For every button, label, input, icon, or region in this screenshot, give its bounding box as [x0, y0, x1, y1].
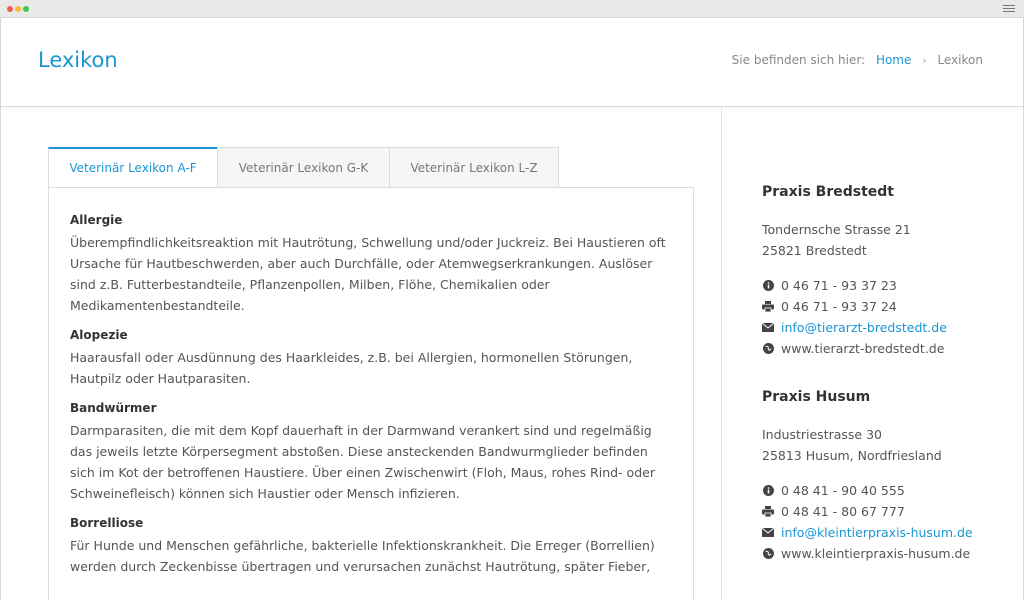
sidebar: Praxis Bredstedt Tondernsche Strasse 21 … [762, 182, 1002, 592]
info-icon [762, 280, 774, 292]
practice-name: Praxis Bredstedt [762, 184, 894, 200]
envelope-icon [762, 322, 774, 334]
practice-bredstedt: Praxis Bredstedt Tondernsche Strasse 21 … [762, 182, 1002, 359]
info-icon [762, 485, 774, 497]
list-item: Allergie Überempfindlichkeitsreaktion mi… [70, 212, 675, 316]
breadcrumb-current: Lexikon [937, 53, 983, 67]
entry-definition: Für Hunde und Menschen gefährliche, bakt… [70, 538, 655, 574]
breadcrumb-separator: › [922, 54, 927, 67]
menu-icon[interactable] [1003, 5, 1015, 14]
entry-term: Bandwürmer [70, 401, 157, 415]
fax-row: 0 46 71 - 93 37 24 [762, 296, 1002, 317]
lexikon-entries: Allergie Überempfindlichkeitsreaktion mi… [70, 212, 675, 588]
entry-term: Allergie [70, 213, 123, 227]
fax-row: 0 48 41 - 80 67 777 [762, 501, 1002, 522]
practice-husum: Praxis Husum Industriestrasse 30 25813 H… [762, 387, 1002, 564]
email-link[interactable]: info@kleintierpraxis-husum.de [781, 522, 973, 543]
minimize-window-icon[interactable] [15, 6, 21, 12]
printer-icon [762, 301, 774, 313]
globe-icon [762, 548, 774, 560]
browser-chrome [0, 0, 1024, 18]
tab-lexikon-g-k[interactable]: Veterinär Lexikon G-K [217, 147, 390, 188]
close-window-icon[interactable] [7, 6, 13, 12]
website-url: www.kleintierpraxis-husum.de [781, 546, 971, 561]
phone-number: 0 46 71 - 93 37 23 [781, 278, 897, 293]
envelope-icon [762, 527, 774, 539]
page-header: Lexikon Sie befinden sich hier: Home › L… [1, 18, 1023, 107]
entry-definition: Darmparasiten, die mit dem Kopf dauerhaf… [70, 423, 655, 501]
sidebar-divider [721, 107, 722, 600]
globe-icon [762, 343, 774, 355]
address-city: 25813 Husum, Nordfriesland [762, 448, 942, 463]
printer-icon [762, 506, 774, 518]
web-row: www.kleintierpraxis-husum.de [762, 543, 1002, 564]
page-title: Lexikon [38, 48, 118, 72]
website-url: www.tierarzt-bredstedt.de [781, 341, 945, 356]
email-row: info@tierarzt-bredstedt.de [762, 317, 1002, 338]
entry-term: Borrelliose [70, 516, 144, 530]
maximize-window-icon[interactable] [23, 6, 29, 12]
practice-address: Industriestrasse 30 25813 Husum, Nordfri… [762, 424, 1002, 466]
fax-number: 0 48 41 - 80 67 777 [781, 504, 905, 519]
list-item: Bandwürmer Darmparasiten, die mit dem Ko… [70, 400, 675, 504]
tab-panel: Allergie Überempfindlichkeitsreaktion mi… [48, 187, 694, 600]
breadcrumb-home-link[interactable]: Home [876, 53, 911, 67]
tab-lexikon-a-f[interactable]: Veterinär Lexikon A-F [48, 147, 218, 189]
email-link[interactable]: info@tierarzt-bredstedt.de [781, 317, 947, 338]
breadcrumb-prefix: Sie befinden sich hier: [731, 53, 866, 67]
practice-address: Tondernsche Strasse 21 25821 Bredstedt [762, 219, 1002, 261]
email-row: info@kleintierpraxis-husum.de [762, 522, 1002, 543]
list-item: Borrelliose Für Hunde und Menschen gefäh… [70, 515, 675, 577]
breadcrumb: Sie befinden sich hier: Home › Lexikon [732, 53, 983, 67]
phone-row: 0 48 41 - 90 40 555 [762, 480, 1002, 501]
list-item: Alopezie Haarausfall oder Ausdünnung des… [70, 327, 675, 389]
phone-row: 0 46 71 - 93 37 23 [762, 275, 1002, 296]
entry-term: Alopezie [70, 328, 128, 342]
web-row: www.tierarzt-bredstedt.de [762, 338, 1002, 359]
address-street: Tondernsche Strasse 21 [762, 222, 911, 237]
address-city: 25821 Bredstedt [762, 243, 867, 258]
phone-number: 0 48 41 - 90 40 555 [781, 483, 905, 498]
fax-number: 0 46 71 - 93 37 24 [781, 299, 897, 314]
tab-lexikon-l-z[interactable]: Veterinär Lexikon L-Z [389, 147, 559, 188]
entry-definition: Überempfindlichkeitsreaktion mit Hautröt… [70, 235, 666, 313]
practice-name: Praxis Husum [762, 389, 871, 405]
entry-definition: Haarausfall oder Ausdünnung des Haarklei… [70, 350, 633, 386]
address-street: Industriestrasse 30 [762, 427, 882, 442]
